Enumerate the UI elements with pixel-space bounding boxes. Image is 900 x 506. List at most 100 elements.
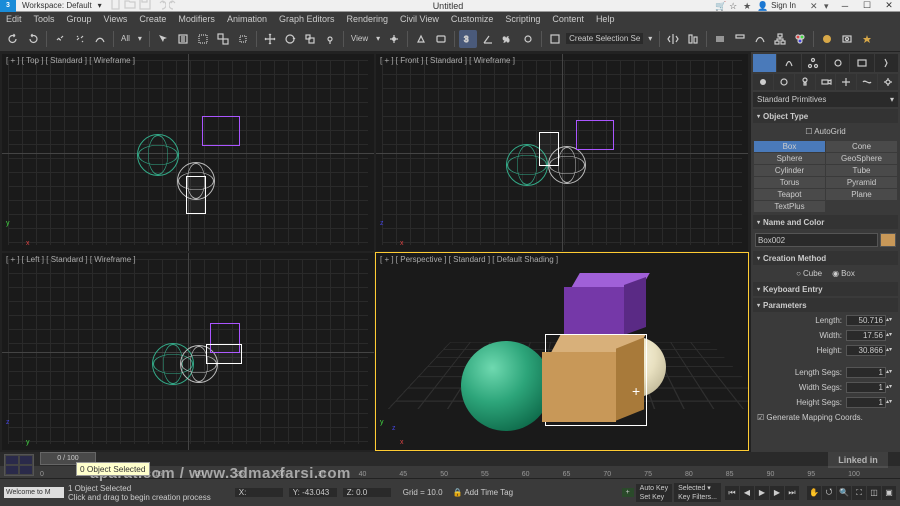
move-icon[interactable] bbox=[261, 30, 279, 48]
menu-grapheditors[interactable]: Graph Editors bbox=[279, 14, 335, 24]
menu-scripting[interactable]: Scripting bbox=[505, 14, 540, 24]
btn-torus[interactable]: Torus bbox=[754, 177, 825, 188]
select-manipulate-icon[interactable] bbox=[412, 30, 430, 48]
select-crossing-icon[interactable] bbox=[234, 30, 252, 48]
param-hsegs-field[interactable]: 1 bbox=[846, 397, 886, 408]
toggle-ribbon-icon[interactable] bbox=[731, 30, 749, 48]
render-setup-icon[interactable] bbox=[818, 30, 836, 48]
menu-content[interactable]: Content bbox=[552, 14, 584, 24]
edit-selection-set-icon[interactable] bbox=[546, 30, 564, 48]
viewport-layout-icon[interactable] bbox=[4, 454, 34, 476]
signin-link[interactable]: Sign In bbox=[771, 1, 796, 10]
named-selection-set[interactable]: Create Selection Se bbox=[566, 33, 643, 44]
ref-coord-system[interactable]: View bbox=[348, 34, 371, 43]
rollout-parameters[interactable]: Parameters bbox=[753, 298, 898, 312]
layer-explorer-icon[interactable] bbox=[711, 30, 729, 48]
viewport-left[interactable]: [ + ] [ Left ] [ Standard ] [ Wireframe … bbox=[2, 253, 374, 450]
set-key-button[interactable]: Set Key bbox=[636, 493, 672, 502]
box-selected[interactable] bbox=[206, 344, 242, 364]
spinner-icon[interactable]: ▴▾ bbox=[886, 348, 894, 353]
rotate-icon[interactable] bbox=[281, 30, 299, 48]
tab-utilities[interactable] bbox=[875, 54, 898, 72]
select-name-icon[interactable] bbox=[174, 30, 192, 48]
redo-icon[interactable] bbox=[24, 30, 42, 48]
menu-group[interactable]: Group bbox=[67, 14, 92, 24]
auto-key-button[interactable]: Auto Key bbox=[636, 484, 672, 493]
tab-modify[interactable] bbox=[777, 54, 800, 72]
sphere-green[interactable] bbox=[137, 134, 179, 176]
object-name-field[interactable] bbox=[755, 233, 878, 247]
key-mode-selected[interactable]: Selected ▾ bbox=[674, 483, 721, 493]
placement-icon[interactable] bbox=[321, 30, 339, 48]
cart-icon[interactable]: 🛒 bbox=[715, 1, 725, 11]
menu-help[interactable]: Help bbox=[596, 14, 615, 24]
tab-display[interactable] bbox=[850, 54, 873, 72]
spinner-icon[interactable]: ▴▾ bbox=[886, 318, 894, 323]
rollout-name-color[interactable]: Name and Color bbox=[753, 215, 898, 229]
menu-views[interactable]: Views bbox=[104, 14, 128, 24]
menu-customize[interactable]: Customize bbox=[451, 14, 494, 24]
box-purple-3d[interactable] bbox=[564, 273, 644, 338]
angle-snap-icon[interactable] bbox=[479, 30, 497, 48]
material-editor-icon[interactable] bbox=[791, 30, 809, 48]
goto-end-icon[interactable]: ⏭ bbox=[785, 486, 799, 500]
box-selected-3d[interactable] bbox=[546, 335, 646, 425]
undo-icon[interactable] bbox=[4, 30, 22, 48]
subtab-geometry[interactable] bbox=[753, 74, 773, 90]
gen-mapping-checkbox[interactable]: ☑ Generate Mapping Coords. bbox=[753, 411, 898, 424]
star2-icon[interactable]: ★ bbox=[743, 1, 753, 11]
key-filters-button[interactable]: Key Filters... bbox=[674, 493, 721, 502]
spinner-icon[interactable]: ▴▾ bbox=[886, 400, 894, 405]
zoom-extents-icon[interactable]: ⛶ bbox=[852, 486, 866, 500]
btn-cone[interactable]: Cone bbox=[826, 141, 897, 152]
btn-sphere[interactable]: Sphere bbox=[754, 153, 825, 164]
select-window-icon[interactable] bbox=[214, 30, 232, 48]
link-icon[interactable] bbox=[51, 30, 69, 48]
box-selected[interactable] bbox=[539, 132, 559, 166]
scale-icon[interactable] bbox=[301, 30, 319, 48]
percent-snap-icon[interactable]: % bbox=[499, 30, 517, 48]
menu-animation[interactable]: Animation bbox=[227, 14, 267, 24]
btn-box[interactable]: Box bbox=[754, 141, 825, 152]
tab-create[interactable] bbox=[753, 54, 776, 72]
viewport-label-left[interactable]: [ + ] [ Left ] [ Standard ] [ Wireframe … bbox=[6, 255, 136, 264]
zoom-icon[interactable]: 🔍 bbox=[837, 486, 851, 500]
rollout-creation-method[interactable]: Creation Method bbox=[753, 251, 898, 265]
object-category-dropdown[interactable]: Standard Primitives▾ bbox=[753, 92, 898, 107]
new-file-icon[interactable] bbox=[110, 0, 122, 10]
viewport-label-persp[interactable]: [ + ] [ Perspective ] [ Standard ] [ Def… bbox=[380, 255, 558, 264]
object-color-swatch[interactable] bbox=[880, 233, 896, 247]
param-lsegs-field[interactable]: 1 bbox=[846, 367, 886, 378]
autogrid-checkbox[interactable]: ☐ AutoGrid bbox=[753, 125, 898, 138]
radio-box[interactable]: ◉ Box bbox=[832, 269, 855, 278]
bind-icon[interactable] bbox=[91, 30, 109, 48]
viewport-top[interactable]: [ + ] [ Top ] [ Standard ] [ Wireframe ]… bbox=[2, 54, 374, 251]
keyboard-shortcut-icon[interactable] bbox=[432, 30, 450, 48]
param-length-field[interactable]: 50.716 bbox=[846, 315, 886, 326]
select-rect-icon[interactable] bbox=[194, 30, 212, 48]
box-purple[interactable] bbox=[576, 120, 614, 150]
btn-plane[interactable]: Plane bbox=[826, 189, 897, 200]
btn-tube[interactable]: Tube bbox=[826, 165, 897, 176]
curve-editor-icon[interactable] bbox=[751, 30, 769, 48]
next-frame-icon[interactable]: ▶ bbox=[770, 486, 784, 500]
box-purple[interactable] bbox=[202, 116, 240, 146]
fov-icon[interactable]: ◫ bbox=[867, 486, 881, 500]
save-icon[interactable] bbox=[139, 0, 151, 10]
sphere-green-3d[interactable] bbox=[461, 341, 551, 431]
maxscript-listener[interactable]: Welcome to M bbox=[4, 487, 64, 498]
param-height-field[interactable]: 30.866 bbox=[846, 345, 886, 356]
x-field[interactable]: X: bbox=[235, 488, 283, 497]
subtab-lights[interactable] bbox=[795, 74, 815, 90]
undo-titlebar-icon[interactable] bbox=[154, 0, 166, 10]
subtab-cameras[interactable] bbox=[816, 74, 836, 90]
selection-filter[interactable]: All bbox=[118, 34, 133, 43]
workspace-selector[interactable]: Workspace: Default bbox=[22, 1, 92, 10]
subtab-spacewarps[interactable] bbox=[857, 74, 877, 90]
menu-rendering[interactable]: Rendering bbox=[347, 14, 389, 24]
viewport-label-top[interactable]: [ + ] [ Top ] [ Standard ] [ Wireframe ] bbox=[6, 56, 135, 65]
menu-edit[interactable]: Edit bbox=[6, 14, 22, 24]
rollout-keyboard-entry[interactable]: Keyboard Entry bbox=[753, 282, 898, 296]
mirror-icon[interactable] bbox=[664, 30, 682, 48]
ref-coord-chevron-icon[interactable]: ▾ bbox=[373, 34, 383, 43]
